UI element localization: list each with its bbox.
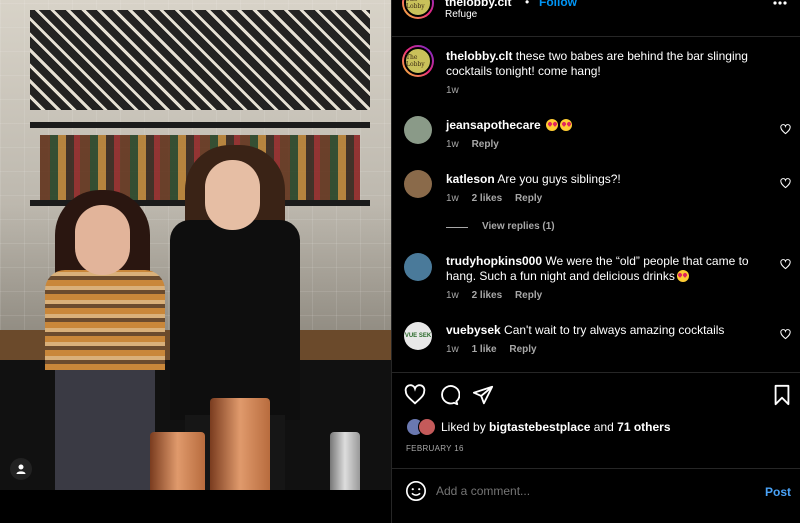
view-replies-line <box>446 227 468 228</box>
reply-button[interactable]: Reply <box>515 290 542 301</box>
commenter-avatar[interactable]: VUE SEK <box>404 322 432 350</box>
comment-text: Are you guys siblings?! <box>497 172 621 186</box>
separator-dot: • <box>525 0 530 9</box>
post-date[interactable]: FEBRUARY 16 <box>406 444 464 453</box>
comment-likes[interactable]: 1 like <box>472 344 497 355</box>
comment-likes[interactable]: 2 likes <box>472 193 503 204</box>
commenter-avatar[interactable] <box>404 253 432 281</box>
comment-icon[interactable] <box>438 384 460 406</box>
follow-button[interactable]: Follow <box>539 0 577 9</box>
photo-decorative-screen <box>30 10 370 110</box>
bookmark-icon[interactable] <box>772 384 792 406</box>
view-replies-button[interactable]: View replies (1) <box>482 221 555 232</box>
photo-shaker-tin <box>150 432 205 490</box>
comment-meta: 1w 2 likes Reply <box>446 193 542 204</box>
heart-eyes-emoji <box>676 270 689 282</box>
user-tag-icon[interactable] <box>10 458 32 480</box>
comment-meta: 1w Reply <box>446 139 499 150</box>
commenter-avatar[interactable] <box>404 116 432 144</box>
heart-eyes-emoji <box>546 119 559 131</box>
location-link[interactable]: Refuge <box>445 9 477 20</box>
caption-timestamp[interactable]: 1w <box>446 85 459 96</box>
comment-meta: 1w 1 like Reply <box>446 344 537 355</box>
comment-username[interactable]: katleson <box>446 172 495 186</box>
comment-username[interactable]: vuebysek <box>446 323 501 337</box>
comment-text: Can't wait to try always amazing cocktai… <box>504 323 725 337</box>
photo-shaker-tin <box>210 398 270 490</box>
comment-timestamp[interactable]: 1w <box>446 344 459 355</box>
comment-body: trudyhopkins000 We were the “old” people… <box>446 254 764 284</box>
divider <box>392 372 800 373</box>
post-caption: thelobby.clt these two babes are behind … <box>446 49 791 79</box>
comment-body: katleson Are you guys siblings?! <box>446 172 621 186</box>
liked-by-prefix: Liked by <box>441 420 486 434</box>
account-username[interactable]: thelobby.clt <box>445 0 511 9</box>
post-sidebar: The Lobby thelobby.clt • Follow Refuge T… <box>391 0 800 523</box>
add-comment-input[interactable] <box>436 481 736 501</box>
photo-shaker-tin <box>330 432 360 490</box>
comment-meta: 1w 2 likes Reply <box>446 290 542 301</box>
comment-timestamp[interactable]: 1w <box>446 290 459 301</box>
reply-button[interactable]: Reply <box>472 139 499 150</box>
caption-avatar[interactable]: The Lobby <box>402 45 434 77</box>
heart-icon[interactable] <box>780 178 791 189</box>
comment-likes[interactable]: 2 likes <box>472 290 503 301</box>
comment-username[interactable]: trudyhopkins000 <box>446 254 542 268</box>
comment-body: vuebysek Can't wait to try always amazin… <box>446 323 724 337</box>
commenter-avatar[interactable] <box>404 170 432 198</box>
liker-avatar <box>418 418 436 436</box>
post-photo[interactable] <box>0 0 391 490</box>
comment-timestamp[interactable]: 1w <box>446 139 459 150</box>
post-comment-button[interactable]: Post <box>765 485 791 499</box>
reply-button[interactable]: Reply <box>515 193 542 204</box>
comment-body: jeansapothecare <box>446 118 573 132</box>
liked-by-others[interactable]: 71 others <box>617 420 670 434</box>
more-icon[interactable] <box>772 0 788 6</box>
share-icon[interactable] <box>472 384 494 406</box>
reply-button[interactable]: Reply <box>509 344 536 355</box>
comment-timestamp[interactable]: 1w <box>446 193 459 204</box>
like-heart-icon[interactable] <box>404 384 426 406</box>
caption-username[interactable]: thelobby.clt <box>446 49 512 63</box>
post-header: The Lobby thelobby.clt • Follow Refuge <box>392 0 800 37</box>
liked-by-user[interactable]: bigtastebestplace <box>489 420 590 434</box>
heart-eyes-emoji <box>560 119 573 131</box>
heart-icon[interactable] <box>780 124 791 135</box>
liked-by-and: and <box>593 420 614 434</box>
photo-person-left <box>45 190 165 490</box>
divider <box>392 468 800 469</box>
heart-icon[interactable] <box>780 329 791 340</box>
avatar-logo: The Lobby <box>404 0 432 17</box>
liked-by: Liked by bigtastebestplace and 71 others <box>441 420 671 434</box>
account-avatar[interactable]: The Lobby <box>402 0 434 19</box>
photo-shelf <box>30 122 370 128</box>
avatar-logo: The Lobby <box>404 47 432 75</box>
comment-username[interactable]: jeansapothecare <box>446 118 541 132</box>
emoji-icon[interactable] <box>405 480 427 502</box>
heart-icon[interactable] <box>780 259 791 270</box>
